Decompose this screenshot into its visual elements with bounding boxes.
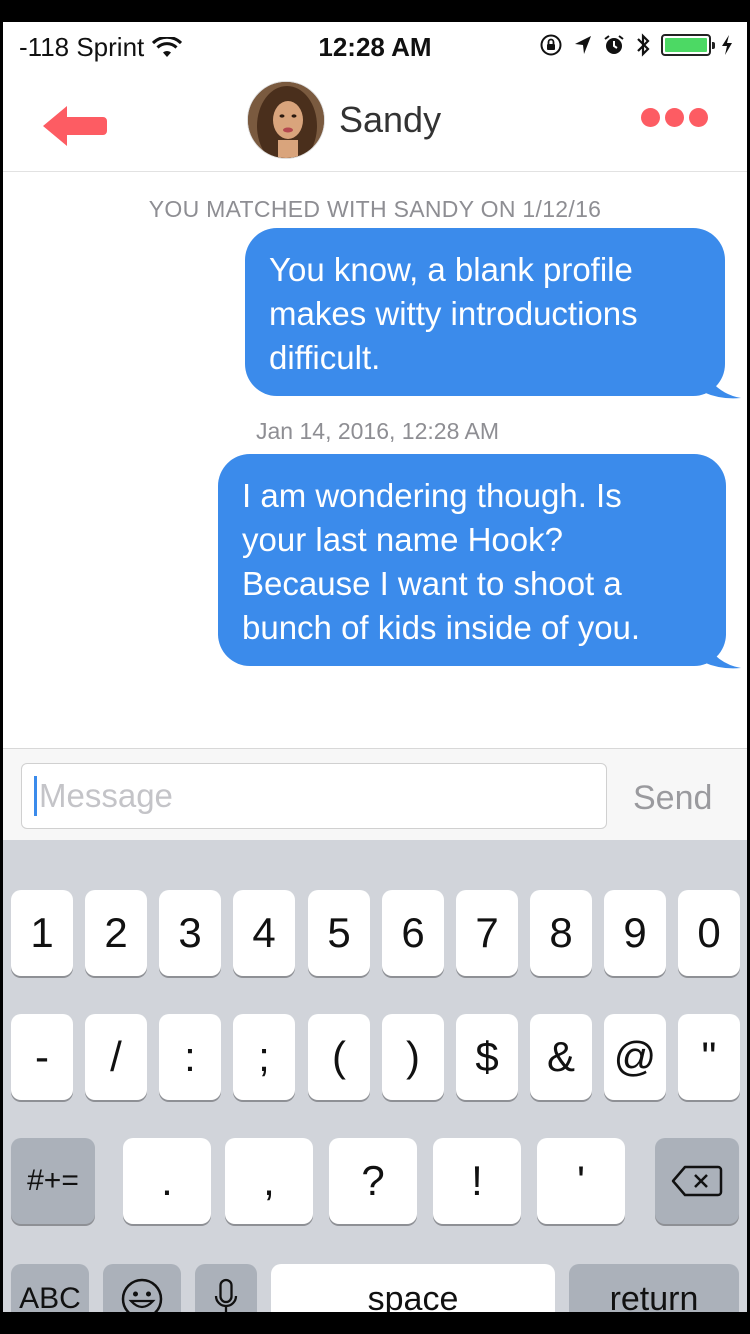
message-line: Because I want to shoot a bbox=[242, 565, 622, 602]
send-button[interactable]: Send bbox=[633, 779, 712, 818]
key-quote[interactable]: " bbox=[678, 1014, 740, 1100]
key-6[interactable]: 6 bbox=[382, 890, 444, 976]
key-ampersand[interactable]: & bbox=[530, 1014, 592, 1100]
key-apostrophe[interactable]: ' bbox=[537, 1138, 625, 1224]
key-7[interactable]: 7 bbox=[456, 890, 518, 976]
space-key[interactable]: space bbox=[271, 1264, 555, 1312]
dictation-key[interactable] bbox=[195, 1264, 257, 1312]
status-bar: -118 Sprint 12:28 AM bbox=[3, 22, 747, 72]
message-line: difficult. bbox=[269, 339, 381, 376]
message-input[interactable]: Message bbox=[21, 763, 607, 829]
sent-message-bubble[interactable]: I am wondering though. Is your last name… bbox=[218, 454, 726, 666]
key-5[interactable]: 5 bbox=[308, 890, 370, 976]
rotation-lock-icon bbox=[540, 34, 562, 56]
message-line: your last name Hook? bbox=[242, 521, 563, 558]
status-right bbox=[539, 32, 733, 58]
bubble-tail bbox=[703, 370, 741, 399]
key-8[interactable]: 8 bbox=[530, 890, 592, 976]
key-3[interactable]: 3 bbox=[159, 890, 221, 976]
key-1[interactable]: 1 bbox=[11, 890, 73, 976]
alarm-icon bbox=[604, 35, 624, 54]
key-slash[interactable]: / bbox=[85, 1014, 147, 1100]
abc-key[interactable]: ABC bbox=[11, 1264, 89, 1312]
backspace-key[interactable] bbox=[655, 1138, 739, 1224]
key-hyphen[interactable]: - bbox=[11, 1014, 73, 1100]
chat-header: Sandy bbox=[3, 72, 747, 172]
location-arrow-icon bbox=[575, 36, 591, 54]
emoji-key[interactable] bbox=[103, 1264, 181, 1312]
message-line: makes witty introductions bbox=[269, 295, 638, 332]
text-caret bbox=[34, 776, 37, 816]
sent-message-bubble[interactable]: You know, a blank profile makes witty in… bbox=[245, 228, 725, 396]
contact-name: Sandy bbox=[339, 99, 442, 140]
back-arrow-icon[interactable] bbox=[39, 102, 109, 150]
charging-bolt-icon bbox=[722, 35, 732, 55]
key-semicolon[interactable]: ; bbox=[233, 1014, 295, 1100]
key-4[interactable]: 4 bbox=[233, 890, 295, 976]
symbols-key[interactable]: #+= bbox=[11, 1138, 95, 1224]
key-comma[interactable]: , bbox=[225, 1138, 313, 1224]
bluetooth-icon bbox=[637, 33, 650, 57]
key-at[interactable]: @ bbox=[604, 1014, 666, 1100]
more-options-button[interactable] bbox=[641, 108, 708, 127]
avatar-photo bbox=[248, 82, 324, 158]
chat-thread[interactable]: YOU MATCHED WITH SANDY ON 1/12/16 You kn… bbox=[3, 172, 747, 748]
avatar[interactable] bbox=[247, 81, 325, 159]
keyboard: 1 2 3 4 5 6 7 8 9 0 - / : ; ( ) $ & @ " … bbox=[3, 840, 747, 1312]
contact-profile[interactable]: Sandy bbox=[247, 81, 441, 159]
more-dot bbox=[665, 108, 684, 127]
emoji-icon bbox=[121, 1278, 163, 1312]
key-exclamation[interactable]: ! bbox=[433, 1138, 521, 1224]
key-question[interactable]: ? bbox=[329, 1138, 417, 1224]
message-placeholder: Message bbox=[39, 777, 173, 814]
key-period[interactable]: . bbox=[123, 1138, 211, 1224]
message-composer: Message Send bbox=[3, 748, 747, 840]
message-line: bunch of kids inside of you. bbox=[242, 609, 641, 646]
message-timestamp: Jan 14, 2016, 12:28 AM bbox=[256, 418, 499, 444]
more-dot bbox=[689, 108, 708, 127]
key-open-paren[interactable]: ( bbox=[308, 1014, 370, 1100]
match-banner: YOU MATCHED WITH SANDY ON 1/12/16 bbox=[148, 196, 602, 222]
key-colon[interactable]: : bbox=[159, 1014, 221, 1100]
key-dollar[interactable]: $ bbox=[456, 1014, 518, 1100]
key-close-paren[interactable]: ) bbox=[382, 1014, 444, 1100]
phone-screen: -118 Sprint 12:28 AM Sandy YOU MATCHED W… bbox=[3, 22, 747, 1312]
return-key[interactable]: return bbox=[569, 1264, 739, 1312]
message-line: You know, a blank profile bbox=[269, 251, 633, 288]
key-9[interactable]: 9 bbox=[604, 890, 666, 976]
key-2[interactable]: 2 bbox=[85, 890, 147, 976]
microphone-icon bbox=[214, 1278, 238, 1312]
bubble-tail bbox=[703, 640, 741, 669]
backspace-icon bbox=[671, 1165, 723, 1197]
more-dot bbox=[641, 108, 660, 127]
battery-icon bbox=[661, 34, 715, 56]
key-0[interactable]: 0 bbox=[678, 890, 740, 976]
message-line: I am wondering though. Is bbox=[242, 477, 622, 514]
